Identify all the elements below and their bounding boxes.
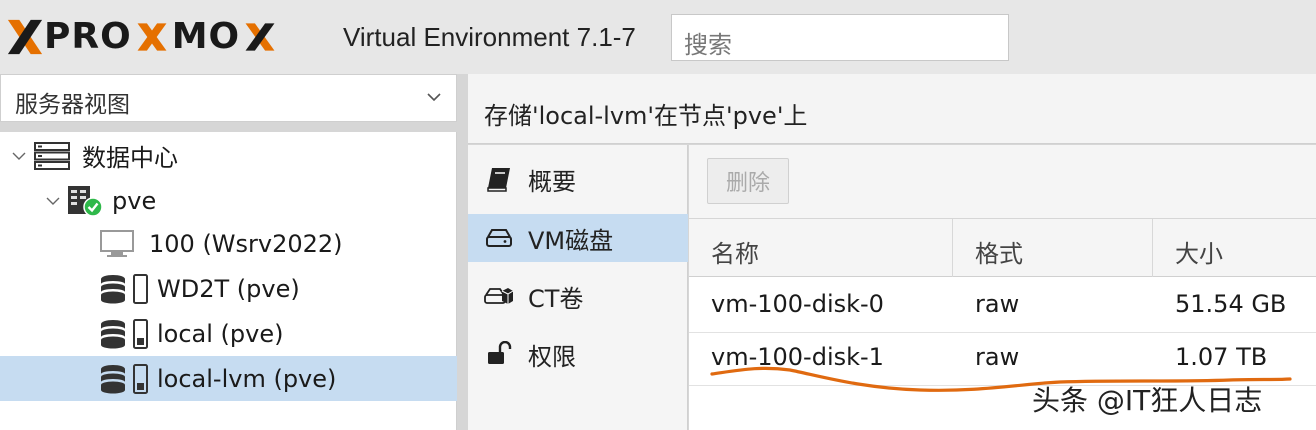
node-online-icon <box>68 185 103 217</box>
page-title: 存储'local-lvm'在节点'pve'上 <box>484 102 808 130</box>
container-icon <box>484 288 514 304</box>
tree-item-datacenter[interactable]: 数据中心 <box>0 133 457 178</box>
cell-name: vm-100-disk-1 <box>711 343 884 371</box>
vm-monitor-icon <box>100 229 134 257</box>
tree-item-label: 数据中心 <box>82 144 178 172</box>
cell-size: 51.54 GB <box>1175 290 1287 318</box>
nav-item-label: 概要 <box>528 167 576 196</box>
cell-format: raw <box>975 290 1020 318</box>
book-icon <box>487 168 510 192</box>
logo-x-inline-icon <box>137 23 167 51</box>
server-view-select[interactable]: 服务器视图 <box>0 74 457 122</box>
top-header: PRO MO Virtual Environment 7.1-7 搜索 <box>0 0 1316 76</box>
column-header-format[interactable]: 格式 <box>953 219 1153 277</box>
logo-x-icon <box>7 19 43 55</box>
proxmox-logo[interactable]: PRO MO <box>6 12 280 62</box>
nav-item-vm-disks[interactable]: VM磁盘 <box>468 214 688 262</box>
delete-button[interactable]: 删除 <box>707 158 789 204</box>
watermark-text: 头条 @IT狂人日志 <box>1032 384 1263 417</box>
cell-format: raw <box>975 343 1020 371</box>
tree-item-storage-wd2t[interactable]: WD2T (pve) <box>0 266 457 311</box>
cell-name: vm-100-disk-0 <box>711 290 884 318</box>
unlock-icon <box>488 341 512 364</box>
chevron-down-icon[interactable] <box>11 148 27 164</box>
content-header: 存储'local-lvm'在节点'pve'上 <box>468 74 1316 144</box>
logo-x-inline-icon-2 <box>245 23 275 51</box>
view-select-label: 服务器视图 <box>15 92 130 118</box>
tree-item-label: local (pve) <box>157 319 284 348</box>
column-header-size[interactable]: 大小 <box>1153 219 1316 277</box>
nav-item-ct-volumes[interactable]: CT卷 <box>468 272 688 320</box>
tree-item-label: 100 (Wsrv2022) <box>149 229 343 258</box>
chevron-down-icon <box>427 93 441 102</box>
storage-subnav: 概要 VM磁盘 CT卷 权限 <box>468 145 688 430</box>
nav-item-label: 权限 <box>528 342 576 371</box>
tree-item-label: local-lvm (pve) <box>157 364 337 393</box>
logo-wordmark: PRO MO <box>44 19 280 55</box>
tree-item-storage-local[interactable]: local (pve) <box>0 311 457 356</box>
tree-item-node-pve[interactable]: pve <box>0 178 457 223</box>
nav-item-label: VM磁盘 <box>528 226 614 255</box>
nav-item-label: CT卷 <box>528 284 584 313</box>
storage-icon <box>101 363 148 394</box>
chevron-down-icon[interactable] <box>45 193 61 209</box>
nav-item-summary[interactable]: 概要 <box>468 155 688 203</box>
tree-item-label: pve <box>112 186 157 215</box>
resource-tree: 数据中心 pve 100 (Wsrv2022) WD2T (pve) local… <box>0 132 457 430</box>
toolbar: 删除 <box>689 145 1316 219</box>
tree-item-storage-local-lvm[interactable]: local-lvm (pve) <box>0 356 457 401</box>
tree-item-vm-100[interactable]: 100 (Wsrv2022) <box>0 221 457 266</box>
table-row[interactable]: vm-100-disk-0 raw 51.54 GB <box>689 278 1316 333</box>
table-header: 名称 格式 大小 <box>689 219 1316 277</box>
panel-splitter[interactable] <box>457 74 468 430</box>
hdd-icon <box>486 229 512 247</box>
cell-size: 1.07 TB <box>1175 343 1268 371</box>
storage-icon <box>101 273 148 304</box>
datacenter-icon <box>34 141 70 170</box>
nav-item-permissions[interactable]: 权限 <box>468 330 688 378</box>
column-header-name[interactable]: 名称 <box>689 219 953 277</box>
table-row[interactable]: vm-100-disk-1 raw 1.07 TB <box>689 331 1316 386</box>
storage-icon <box>101 318 148 349</box>
search-input[interactable]: 搜索 <box>671 14 1009 61</box>
tree-item-label: WD2T (pve) <box>157 274 300 303</box>
version-label: Virtual Environment 7.1-7 <box>343 22 636 52</box>
